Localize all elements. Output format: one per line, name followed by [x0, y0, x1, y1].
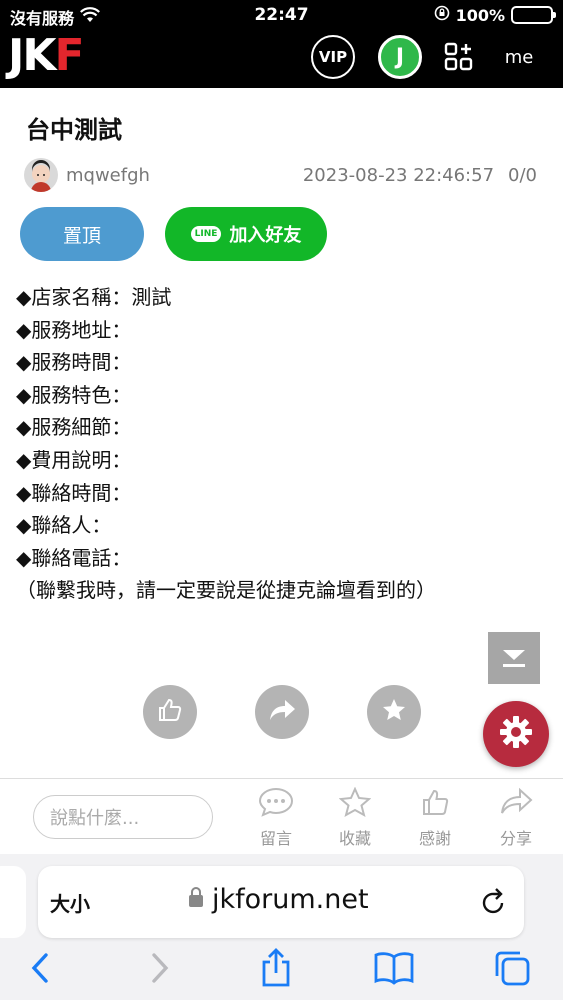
text-size-button[interactable]: 大小: [50, 888, 90, 917]
back-button[interactable]: [20, 950, 60, 990]
content-line: ◆服務特色：: [16, 382, 132, 407]
j-button[interactable]: J: [378, 35, 422, 79]
share-action[interactable]: 分享: [486, 787, 546, 849]
star-icon: [381, 697, 407, 727]
forward-button[interactable]: [140, 950, 180, 990]
comment-label: 留言: [259, 829, 292, 848]
post-datetime: 2023-08-23 22:46:57: [302, 165, 495, 186]
content-line: （聯繫我時，請一定要說是從捷克論壇看到的）: [16, 578, 436, 603]
like-button[interactable]: [143, 685, 197, 739]
content-line: ◆聯絡時間：: [16, 480, 132, 505]
chat-bubble-icon: [258, 787, 294, 821]
content-line: ◆店家名稱：測試: [16, 285, 172, 309]
thanks-action[interactable]: 感謝: [405, 787, 465, 849]
tabs-icon: [493, 949, 531, 991]
thanks-label: 感謝: [418, 829, 451, 848]
vip-button[interactable]: VIP: [311, 35, 355, 79]
share-box-icon: [259, 948, 293, 992]
favorite-button[interactable]: [367, 685, 421, 739]
share-button[interactable]: [255, 685, 309, 739]
thumbs-up-icon: [156, 696, 184, 728]
lock-icon: [188, 884, 204, 915]
reply-bar: 說點什麼... 留言 收藏 感謝 分享: [0, 778, 563, 854]
post-content: ◆店家名稱：測試 ◆服務地址： ◆服務時間： ◆服務特色： ◆服務細節： ◆費用…: [16, 281, 436, 607]
apps-icon[interactable]: [437, 35, 481, 79]
content-line: ◆服務時間：: [16, 350, 132, 375]
url-text: jkforum.net: [212, 884, 369, 915]
post-title: 台中測試: [26, 116, 122, 144]
chevron-right-icon: [150, 952, 170, 988]
thumbs-up-outline-icon: [419, 787, 451, 821]
collect-action[interactable]: 收藏: [325, 786, 385, 849]
line-add-friend-button[interactable]: LINE 加入好友: [165, 207, 327, 261]
share-outline-icon: [499, 787, 533, 821]
author-name[interactable]: mqwefgh: [66, 165, 150, 186]
share-label: 分享: [499, 829, 532, 848]
previous-tab-preview[interactable]: [0, 866, 26, 938]
content-line: ◆聯絡人：: [16, 513, 112, 538]
post-counter: 0/0: [508, 165, 537, 186]
content-line: ◆費用說明：: [16, 447, 132, 472]
star-outline-icon: [338, 786, 372, 821]
status-bar: 沒有服務 22:47 100%: [0, 0, 563, 30]
comment-action[interactable]: 留言: [246, 787, 306, 849]
pin-button[interactable]: 置頂: [20, 207, 144, 261]
bookmarks-button[interactable]: [374, 950, 414, 990]
browser-toolbar: 大小 jkforum.net: [0, 854, 563, 1000]
jkf-logo[interactable]: JK F: [8, 30, 85, 81]
content-line: ◆服務細節：: [16, 415, 132, 440]
address-bar[interactable]: 大小 jkforum.net: [38, 866, 524, 938]
profile-button[interactable]: me: [494, 35, 544, 79]
collect-label: 收藏: [338, 829, 371, 848]
tabs-button[interactable]: [492, 950, 532, 990]
line-icon: LINE: [190, 226, 222, 242]
gear-icon: [499, 715, 533, 753]
line-button-label: 加入好友: [229, 225, 302, 246]
battery-icon: [511, 6, 556, 24]
share-arrow-icon: [268, 698, 296, 726]
book-icon: [373, 951, 415, 989]
chevron-left-icon: [30, 952, 50, 988]
post-meta: 2023-08-23 22:46:57 0/0: [303, 165, 537, 186]
battery-percent: 100%: [455, 5, 505, 25]
share-sheet-button[interactable]: [256, 948, 296, 992]
comment-input[interactable]: 說點什麼...: [33, 795, 213, 839]
settings-button[interactable]: [483, 701, 549, 767]
reload-icon[interactable]: [480, 886, 508, 920]
avatar[interactable]: [24, 158, 58, 192]
content-line: ◆服務地址：: [16, 317, 132, 342]
content-line: ◆聯絡電話：: [16, 545, 132, 570]
rotation-lock-icon: [434, 5, 450, 25]
scroll-to-bottom-button[interactable]: [488, 632, 540, 684]
